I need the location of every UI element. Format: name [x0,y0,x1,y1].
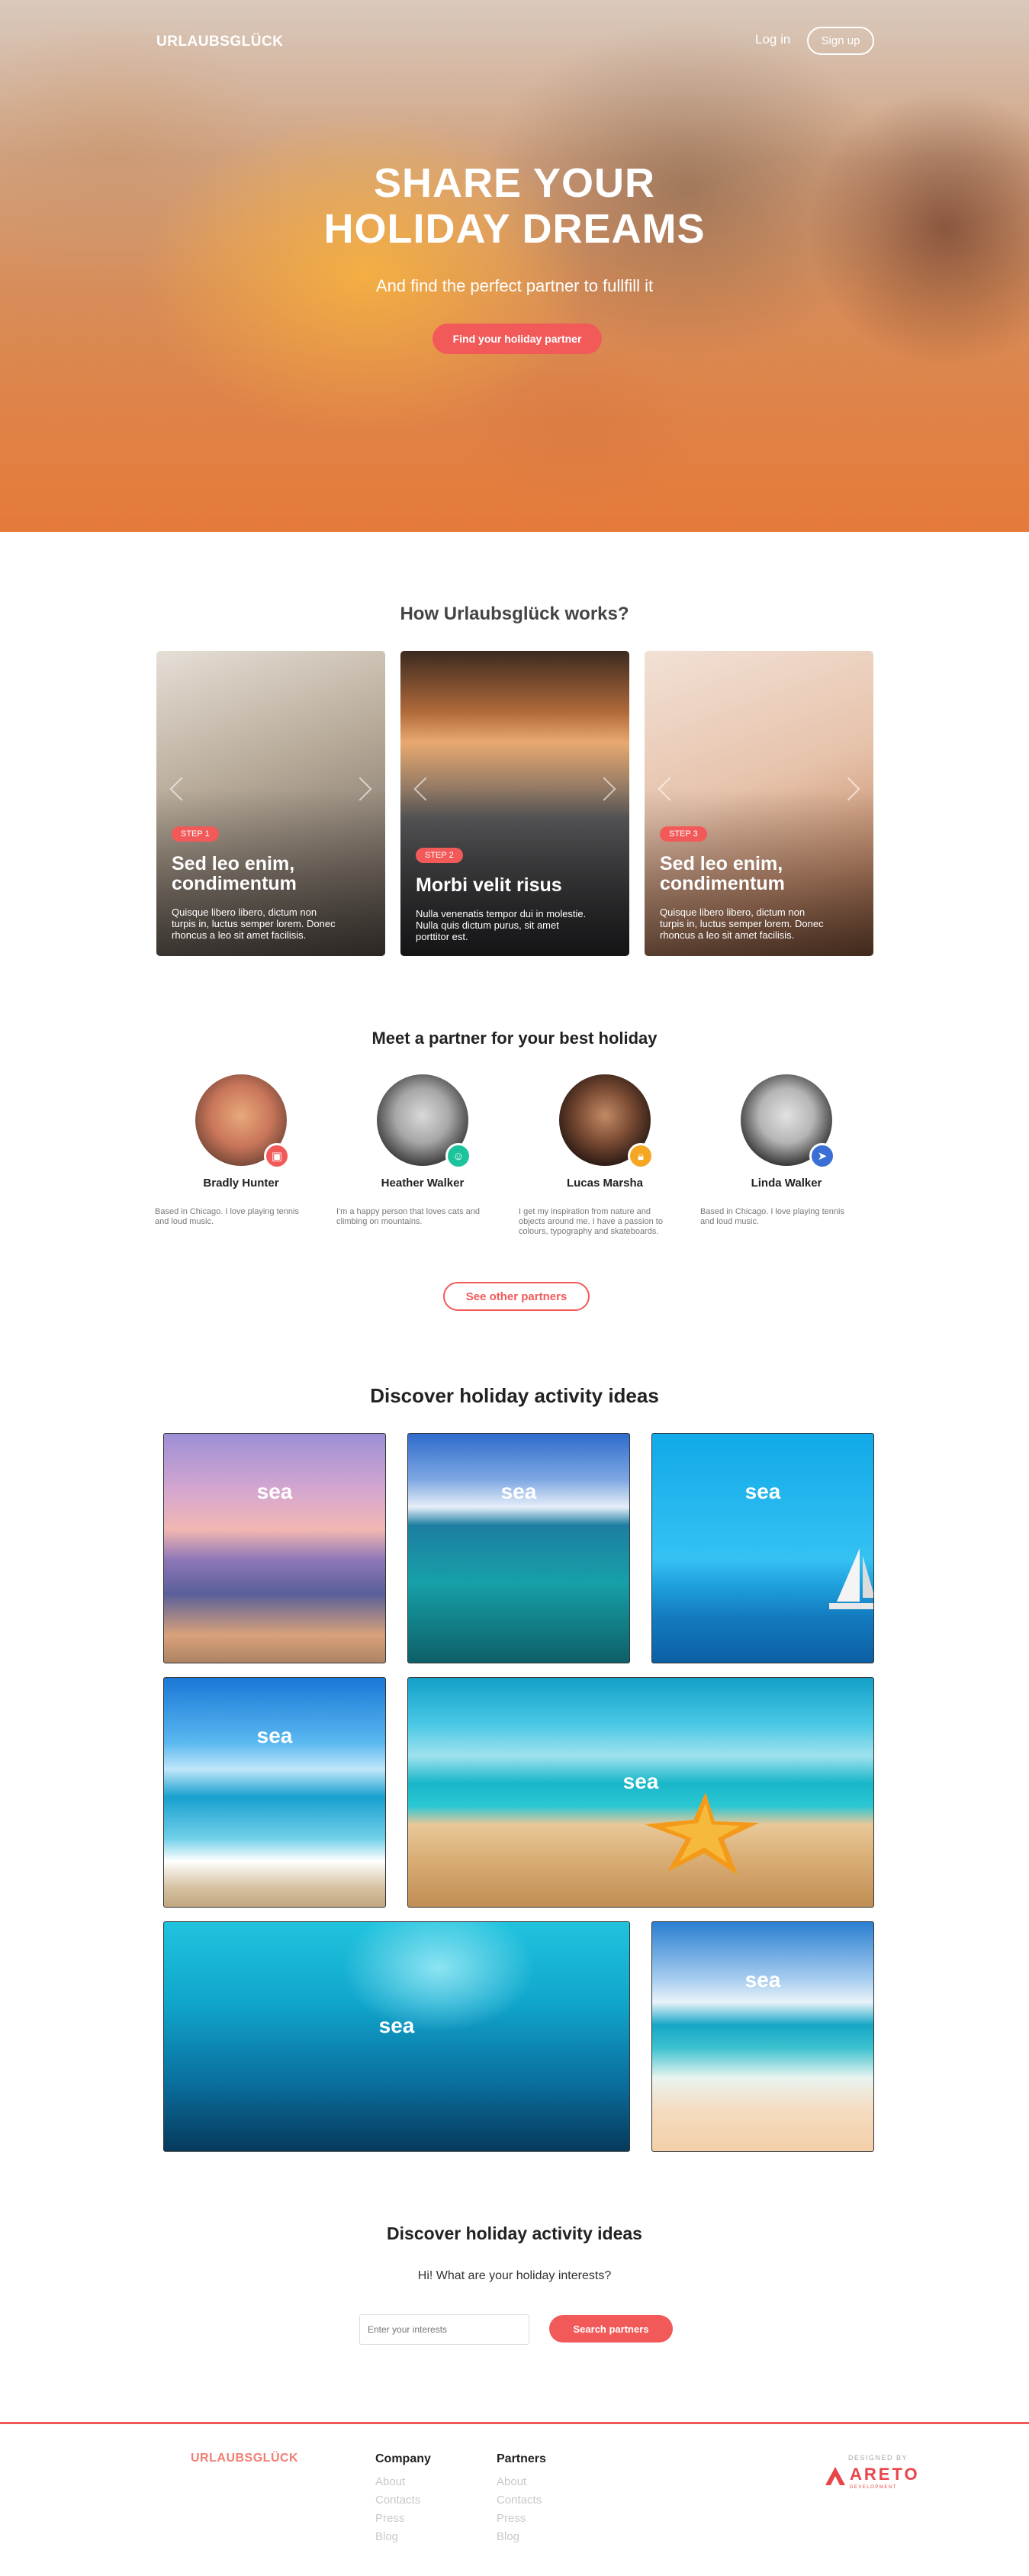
partners-title: Meet a partner for your best holiday [371,1029,658,1048]
footer-partners-column: Partners About Contacts Press Blog [497,2452,546,2546]
sailboat-icon [829,1548,873,1609]
footer-divider [0,2422,1029,2424]
footer-company-column: Company About Contacts Press Blog [375,2452,431,2546]
partner-name[interactable]: Heather Walker [336,1177,509,1190]
designed-by-label: DESIGNED BY [848,2454,908,2462]
tile-label: sea [622,1769,659,1793]
partner-bio: Based in Chicago. I love playing tennis a… [155,1207,299,1226]
areto-brand-sub: DEVELOPMENT [850,2485,897,2490]
partner-name[interactable]: Lucas Marsha [519,1177,691,1190]
activity-tile-sea[interactable]: sea [407,1677,874,1908]
hero-section: URLAUBSGLÜCK Log in Sign up SHARE YOUR H… [0,0,1029,532]
footer-link-blog[interactable]: Blog [497,2528,546,2546]
partner-bio: Based in Chicago. I love playing tennis a… [700,1207,844,1226]
partner-name[interactable]: Bradly Hunter [155,1177,327,1190]
site-logo[interactable]: URLAUBSGLÜCK [156,34,283,50]
step-title: Morbi velit risus [416,874,562,896]
tile-label: sea [744,1480,781,1503]
step-text: Quisque libero libero, dictum non turpis… [660,906,824,941]
footer-link-press[interactable]: Press [375,2510,431,2528]
footer-link-about[interactable]: About [375,2473,431,2491]
tile-label: sea [256,1724,293,1747]
activity-tile-sea[interactable]: sea [651,1921,874,2152]
partner-name[interactable]: Linda Walker [700,1177,873,1190]
search-question: Hi! What are your holiday interests? [417,2269,612,2282]
activity-tile-sea[interactable]: sea [651,1433,874,1663]
areto-brand[interactable]: ARETO [850,2465,920,2484]
step-title: Sed leo enim, condimentum [660,853,785,894]
tile-label: sea [378,2014,415,2037]
activity-tile-sea[interactable]: sea [163,1433,386,1663]
signup-button[interactable]: Sign up [807,27,874,55]
footer-link-contacts[interactable]: Contacts [375,2491,431,2510]
step-badge: STEP 3 [660,826,707,842]
activity-tile-sea[interactable]: sea [163,1921,630,2152]
camera-icon: ▣ [264,1143,290,1169]
hero-title: SHARE YOUR HOLIDAY DREAMS [0,160,1029,252]
hero-title-line1: SHARE YOUR [373,160,656,206]
step-text: Quisque libero libero, dictum non turpis… [172,906,336,941]
footer-link-blog[interactable]: Blog [375,2528,431,2546]
step-text: Nulla venenatis tempor dui in molestie. … [416,908,587,942]
find-partner-button[interactable]: Find your holiday partner [433,324,602,354]
how-it-works-title: How Urlaubsglück works? [400,604,629,624]
footer-link-contacts[interactable]: Contacts [497,2491,546,2510]
tile-label: sea [744,1968,781,1992]
tile-label: sea [256,1480,293,1503]
see-other-partners-button[interactable]: See other partners [443,1282,590,1311]
step-card-2[interactable]: STEP 2 Morbi velit risus Nulla venenatis… [400,651,629,956]
hero-subtitle: And find the perfect partner to fullfill… [375,276,654,295]
tile-label: sea [500,1480,537,1503]
step-card-1[interactable]: STEP 1 Sed leo enim, condimentum Quisque… [156,651,385,956]
step-badge: STEP 2 [416,848,463,863]
step-card-3[interactable]: STEP 3 Sed leo enim, condimentum Quisque… [645,651,873,956]
search-title: Discover holiday activity ideas [387,2223,642,2243]
partner-bio: I'm a happy person that loves cats and cl… [336,1207,480,1226]
starfish-icon [645,1792,759,1875]
footer-link-about[interactable]: About [497,2473,546,2491]
step-badge: STEP 1 [172,826,219,842]
areto-logo-icon [825,2467,845,2485]
activity-tile-sea[interactable]: sea [163,1677,386,1908]
activity-tile-sea[interactable]: sea [407,1433,630,1663]
send-icon: ➤ [809,1143,835,1169]
lock-icon: 🔒︎ [628,1143,654,1169]
footer-logo[interactable]: URLAUBSGLÜCK [191,2452,298,2465]
footer-column-title: Partners [497,2452,546,2465]
hero-title-line2: HOLIDAY DREAMS [323,206,706,252]
login-link[interactable]: Log in [755,32,790,47]
interests-input[interactable] [359,2314,529,2345]
smile-icon: ☺ [445,1143,471,1169]
footer-column-title: Company [375,2452,431,2465]
partner-bio: I get my inspiration from nature and obje… [519,1207,663,1236]
activities-title: Discover holiday activity ideas [370,1384,659,1407]
footer-link-press[interactable]: Press [497,2510,546,2528]
search-partners-button[interactable]: Search partners [549,2315,673,2343]
step-title: Sed leo enim, condimentum [172,853,297,894]
